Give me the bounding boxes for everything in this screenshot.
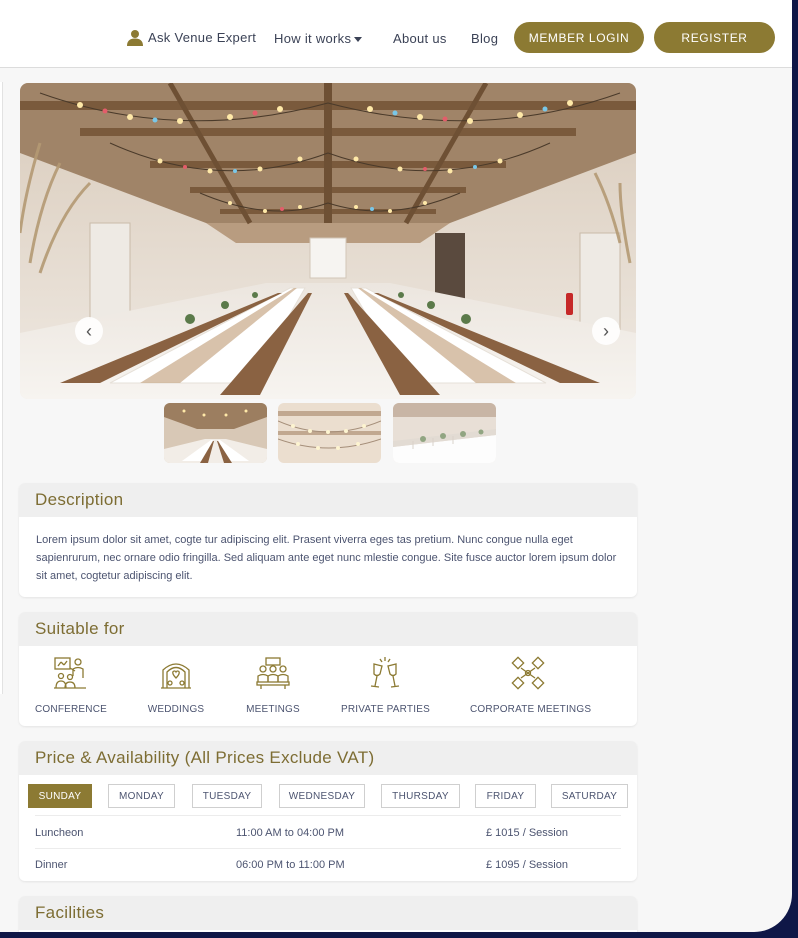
session-price: £ 1015 / Session — [486, 827, 568, 839]
top-navigation: Ask Venue Expert How it works About us B… — [0, 0, 792, 68]
suitable-item-corporate-meetings: CORPORATE MEETINGS — [470, 656, 592, 715]
gallery-thumbnail[interactable] — [164, 403, 267, 463]
blog-link[interactable]: Blog — [471, 31, 498, 46]
thumbnail-hall-image — [164, 403, 267, 463]
description-title: Description — [35, 490, 124, 509]
champagne-icon — [370, 657, 400, 688]
suitable-item-conference: CONFERENCE — [35, 656, 108, 715]
suitable-for-title: Suitable for — [35, 619, 125, 638]
about-us-link[interactable]: About us — [393, 31, 447, 46]
description-header: Description — [19, 483, 637, 517]
suitable-item-label: WEDDINGS — [147, 704, 205, 715]
day-tab-wednesday[interactable]: WEDNESDAY — [279, 784, 365, 808]
meetings-icon — [256, 657, 290, 689]
suitable-item-meetings: MEETINGS — [245, 656, 301, 715]
suitable-for-card: Suitable for CONFERENCE WEDDINGS MEETING… — [19, 612, 637, 726]
gallery-thumbnail[interactable] — [393, 403, 496, 463]
session-price: £ 1095 / Session — [486, 859, 568, 871]
suitable-item-private-parties: PRIVATE PARTIES — [341, 656, 430, 715]
suitable-item-weddings: WEDDINGS — [145, 656, 207, 715]
ask-venue-expert-link[interactable]: Ask Venue Expert — [127, 29, 256, 46]
wedding-icon — [161, 663, 191, 689]
how-it-works-menu[interactable]: How it works — [274, 31, 363, 46]
day-tab-tuesday[interactable]: TUESDAY — [192, 784, 262, 808]
register-button[interactable]: REGISTER — [654, 22, 775, 53]
day-tab-thursday[interactable]: THURSDAY — [381, 784, 460, 808]
gallery-thumbnail[interactable] — [278, 403, 381, 463]
suitable-for-header: Suitable for — [19, 612, 637, 646]
price-availability-title: Price & Availability (All Prices Exclude… — [35, 748, 375, 767]
suitable-item-label: CONFERENCE — [35, 704, 108, 715]
suitable-item-label: PRIVATE PARTIES — [341, 704, 430, 715]
how-it-works-label: How it works — [274, 31, 352, 46]
venue-hall-illustration — [20, 83, 636, 399]
price-availability-card: Price & Availability (All Prices Exclude… — [19, 741, 637, 881]
session-time: 11:00 AM to 04:00 PM — [236, 827, 345, 839]
session-name: Luncheon — [35, 827, 84, 839]
suitable-item-label: MEETINGS — [246, 704, 300, 715]
gallery-next-button[interactable]: › — [592, 317, 620, 345]
thumbnail-table-image — [393, 403, 496, 463]
handshake-icon — [511, 656, 545, 690]
ask-venue-expert-label: Ask Venue Expert — [148, 30, 257, 45]
description-text: Lorem ipsum dolor sit amet, cogte tur ad… — [36, 534, 617, 582]
day-tab-monday[interactable]: MONDAY — [108, 784, 175, 808]
conference-icon — [54, 657, 86, 689]
description-card: Description Lorem ipsum dolor sit amet, … — [19, 483, 637, 597]
day-tab-saturday[interactable]: SATURDAY — [551, 784, 628, 808]
page-viewport: Ask Venue Expert How it works About us B… — [0, 0, 792, 932]
user-icon — [127, 30, 143, 46]
member-login-button[interactable]: MEMBER LOGIN — [514, 22, 644, 53]
row-divider — [35, 815, 621, 816]
price-row: Dinner 06:00 PM to 11:00 PM £ 1095 / Ses… — [35, 849, 621, 881]
gallery-prev-button[interactable]: ‹ — [75, 317, 103, 345]
suitable-item-label: CORPORATE MEETINGS — [470, 704, 592, 715]
day-tab-friday[interactable]: FRIDAY — [475, 784, 536, 808]
thumbnail-lights-image — [278, 403, 381, 463]
session-time: 06:00 PM to 11:00 PM — [236, 859, 345, 871]
session-name: Dinner — [35, 859, 68, 871]
chevron-right-icon: › — [603, 321, 609, 341]
caret-down-icon — [354, 36, 363, 42]
price-availability-header: Price & Availability (All Prices Exclude… — [19, 741, 637, 775]
sidebar-edge — [0, 82, 3, 694]
facilities-card: Facilities — [19, 896, 637, 932]
venue-main-photo: ‹ › — [20, 83, 636, 399]
facilities-title: Facilities — [35, 903, 105, 922]
day-tab-sunday[interactable]: SUNDAY — [28, 784, 92, 808]
chevron-left-icon: ‹ — [86, 321, 92, 341]
price-row: Luncheon 11:00 AM to 04:00 PM £ 1015 / S… — [35, 817, 621, 849]
facilities-header: Facilities — [19, 896, 637, 930]
